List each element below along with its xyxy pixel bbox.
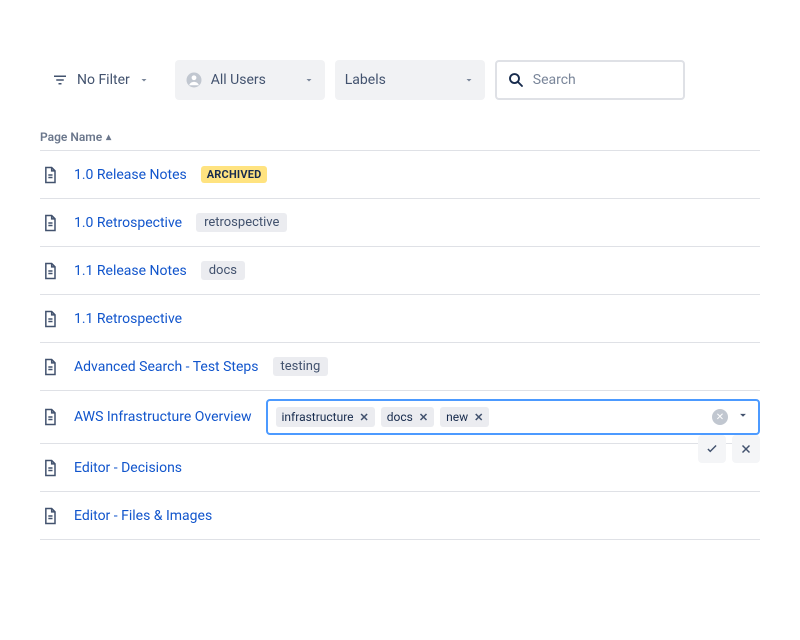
page-link[interactable]: Editor - Files & Images xyxy=(74,508,212,524)
filter-dropdown[interactable]: No Filter xyxy=(40,60,165,100)
page-label[interactable]: testing xyxy=(273,357,329,376)
table-row: 1.1 Retrospective xyxy=(40,295,760,343)
document-icon xyxy=(40,165,60,185)
page-link[interactable]: 1.1 Release Notes xyxy=(74,263,187,279)
page-link[interactable]: 1.0 Release Notes xyxy=(74,167,187,183)
label-chip[interactable]: infrastructure ✕ xyxy=(276,407,375,427)
chevron-down-icon xyxy=(303,74,315,86)
page-label[interactable]: retrospective xyxy=(196,213,287,232)
archived-badge: ARCHIVED xyxy=(201,166,268,183)
search-input[interactable]: Search xyxy=(495,60,685,100)
column-header-page-name[interactable]: Page Name ▴ xyxy=(40,124,760,151)
table-row: Editor - Files & Images xyxy=(40,492,760,540)
page-link[interactable]: 1.1 Retrospective xyxy=(74,311,182,327)
filter-label: No Filter xyxy=(77,72,130,88)
remove-label-icon[interactable]: ✕ xyxy=(419,411,428,424)
label-chip-text: docs xyxy=(387,410,413,424)
page-list: 1.0 Release Notes ARCHIVED 1.0 Retrospecti… xyxy=(40,151,760,540)
search-icon xyxy=(507,71,525,89)
users-label: All Users xyxy=(211,72,266,88)
clear-all-icon[interactable]: ✕ xyxy=(712,409,728,425)
table-row: AWS Infrastructure Overview infrastructur… xyxy=(40,391,760,444)
page-link[interactable]: Advanced Search - Test Steps xyxy=(74,359,259,375)
label-editor[interactable]: infrastructure ✕ docs ✕ new ✕ ✕ xyxy=(266,399,760,435)
remove-label-icon[interactable]: ✕ xyxy=(360,411,369,424)
remove-label-icon[interactable]: ✕ xyxy=(474,411,483,424)
label-chip-text: infrastructure xyxy=(282,410,354,424)
sort-asc-icon: ▴ xyxy=(106,132,111,143)
filter-bar: No Filter All Users Labels xyxy=(40,60,760,100)
label-chip[interactable]: new ✕ xyxy=(440,407,489,427)
table-row: Editor - Decisions xyxy=(40,444,760,492)
labels-label: Labels xyxy=(345,72,455,88)
page-link[interactable]: AWS Infrastructure Overview xyxy=(74,409,252,425)
document-icon xyxy=(40,506,60,526)
users-dropdown[interactable]: All Users xyxy=(175,60,325,100)
document-icon xyxy=(40,213,60,233)
table-row: 1.1 Release Notes docs xyxy=(40,247,760,295)
column-header-label: Page Name xyxy=(40,130,102,144)
chevron-down-icon[interactable] xyxy=(736,408,750,426)
table-row: 1.0 Retrospective retrospective xyxy=(40,199,760,247)
filter-icon xyxy=(51,71,69,89)
label-editor-tags: infrastructure ✕ docs ✕ new ✕ xyxy=(276,407,490,427)
table-row: 1.0 Release Notes ARCHIVED xyxy=(40,151,760,199)
user-icon xyxy=(185,71,203,89)
document-icon xyxy=(40,357,60,377)
label-chip-text: new xyxy=(446,410,468,424)
page-link[interactable]: Editor - Decisions xyxy=(74,460,182,476)
document-icon xyxy=(40,261,60,281)
document-icon xyxy=(40,309,60,329)
document-icon xyxy=(40,407,60,427)
label-chip[interactable]: docs ✕ xyxy=(381,407,434,427)
chevron-down-icon xyxy=(138,74,150,86)
page-link[interactable]: 1.0 Retrospective xyxy=(74,215,182,231)
chevron-down-icon xyxy=(463,74,475,86)
document-icon xyxy=(40,458,60,478)
table-row: Advanced Search - Test Steps testing xyxy=(40,343,760,391)
page-label[interactable]: docs xyxy=(201,261,245,280)
search-placeholder: Search xyxy=(533,72,576,88)
labels-dropdown[interactable]: Labels xyxy=(335,60,485,100)
